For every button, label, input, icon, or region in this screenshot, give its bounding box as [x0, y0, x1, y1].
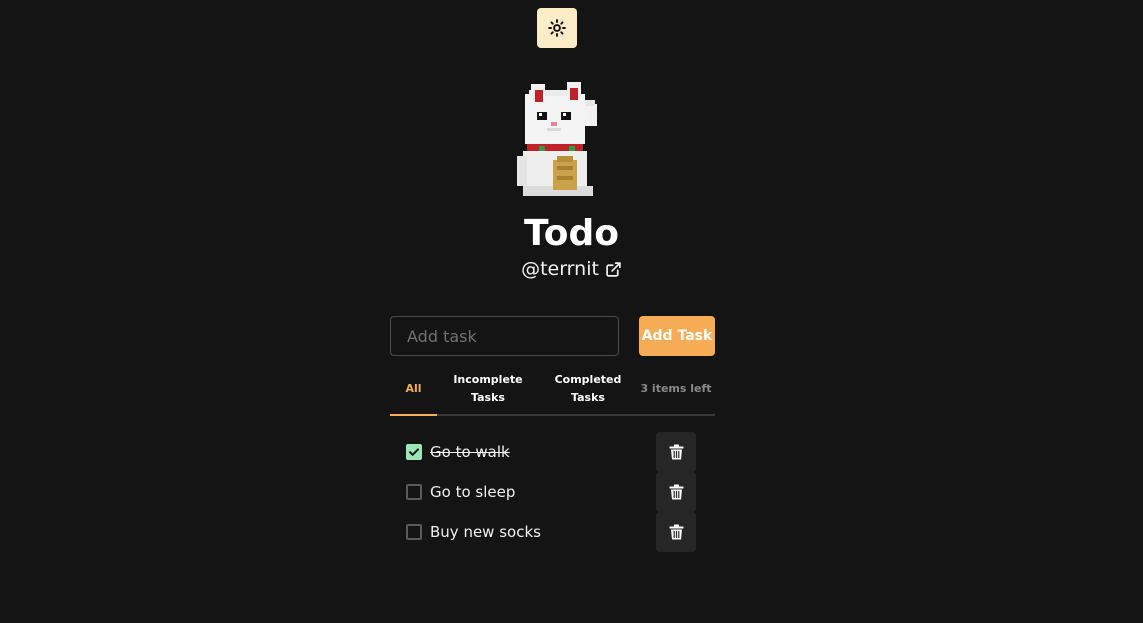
delete-todo-button[interactable]	[656, 512, 696, 552]
todo-checkbox[interactable]	[406, 444, 422, 460]
todo-text: Go to sleep	[430, 483, 516, 501]
tab-incomplete-tasks[interactable]: Incomplete Tasks	[437, 364, 539, 414]
delete-todo-button[interactable]	[656, 432, 696, 472]
checkmark-icon	[409, 448, 419, 456]
trash-icon	[669, 444, 683, 460]
filter-tabs: All Incomplete Tasks Completed Tasks 3 i…	[390, 364, 715, 416]
add-task-input[interactable]	[390, 316, 619, 356]
page-title: Todo	[523, 213, 619, 254]
lucky-cat-logo	[517, 82, 597, 196]
todo-checkbox[interactable]	[406, 484, 422, 500]
tab-all[interactable]: All	[390, 364, 437, 416]
add-task-button[interactable]: Add Task	[639, 316, 715, 356]
todo-text: Buy new socks	[430, 523, 541, 541]
trash-icon	[669, 484, 683, 500]
external-link-icon	[606, 261, 621, 277]
todo-list: Go to walk Go to sleep Buy new socks	[390, 432, 715, 552]
theme-toggle-button[interactable]	[537, 8, 577, 48]
todo-item: Buy new socks	[390, 512, 715, 552]
trash-icon	[669, 524, 683, 540]
author-handle-link[interactable]: @terrnit	[0, 256, 1143, 282]
todo-item: Go to walk	[390, 432, 715, 472]
tab-completed-tasks[interactable]: Completed Tasks	[539, 364, 637, 414]
todo-item: Go to sleep	[390, 472, 715, 512]
todo-app: Todo @terrnit Add Task All Incomplete Ta…	[0, 0, 1143, 623]
delete-todo-button[interactable]	[656, 472, 696, 512]
items-left-counter: 3 items left	[640, 382, 712, 395]
author-handle: @terrnit	[521, 258, 599, 280]
todo-checkbox[interactable]	[406, 524, 422, 540]
sun-icon	[548, 19, 566, 37]
todo-text: Go to walk	[430, 443, 510, 461]
